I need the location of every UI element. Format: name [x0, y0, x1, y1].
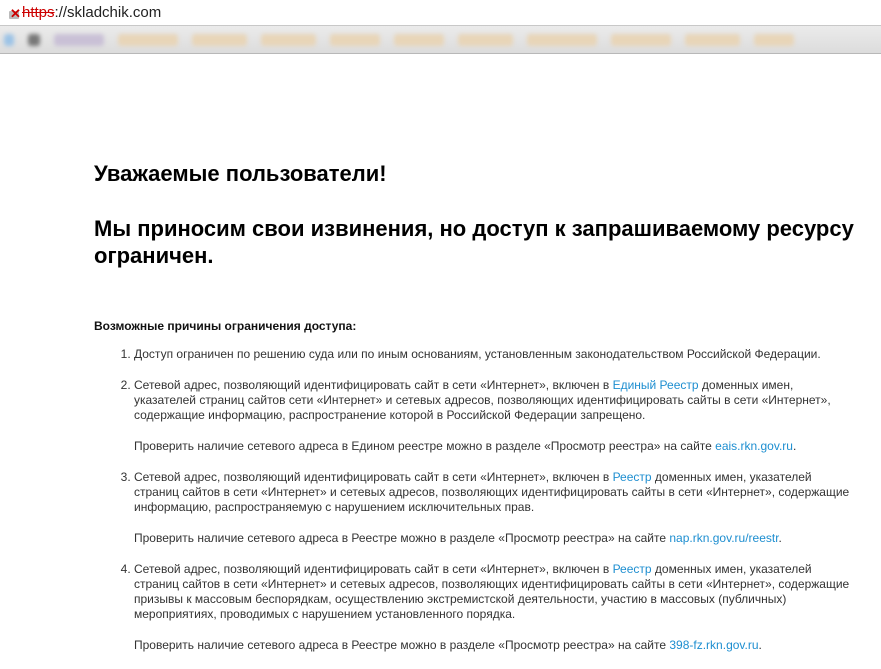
398fz-link[interactable]: 398-fz.rkn.gov.ru [669, 638, 758, 652]
bookmark-folder[interactable] [754, 33, 794, 46]
bookmark-folder[interactable] [118, 33, 178, 46]
check-text: . [758, 638, 762, 652]
reason-item: Сетевой адрес, позволяющий идентифициров… [134, 378, 854, 454]
bookmark-folder[interactable] [394, 33, 444, 46]
bookmark-icon[interactable] [28, 33, 40, 46]
bookmark-folder[interactable] [527, 33, 597, 46]
bookmark-folder[interactable] [685, 33, 740, 46]
bookmark-folder[interactable] [261, 33, 316, 46]
check-note: Проверить наличие сетевого адреса в Реес… [134, 531, 854, 546]
reason-text: Доступ ограничен по решению суда или по … [134, 347, 821, 361]
reason-item: Доступ ограничен по решению суда или по … [134, 347, 854, 362]
reasons-title: Возможные причины ограничения доступа: [94, 319, 357, 333]
check-text: Проверить наличие сетевого адреса в Един… [134, 439, 716, 453]
reason-item: Сетевой адрес, позволяющий идентифициров… [134, 470, 854, 546]
insecure-lock-icon[interactable]: ✕ [8, 6, 21, 20]
registry-link[interactable]: Реестр [613, 562, 652, 576]
reason-text: Сетевой адрес, позволяющий идентифициров… [134, 378, 613, 392]
eais-link[interactable]: eais.rkn.gov.ru [715, 439, 793, 453]
bookmark-item[interactable] [54, 33, 104, 46]
url-host: ://skladchik.com [54, 4, 162, 21]
bookmark-folder[interactable] [611, 33, 671, 46]
nap-link[interactable]: nap.rkn.gov.ru/reestr [669, 531, 778, 545]
check-note: Проверить наличие сетевого адреса в Един… [134, 439, 854, 454]
bookmark-folder[interactable] [330, 33, 380, 46]
registry-link[interactable]: Реестр [613, 470, 652, 484]
bookmark-folder[interactable] [192, 33, 247, 46]
check-text: Проверить наличие сетевого адреса в Реес… [134, 638, 670, 652]
check-text: . [792, 439, 797, 453]
bookmark-icon[interactable] [4, 33, 14, 46]
address-bar[interactable]: ✕ https://skladchik.com [0, 0, 881, 26]
reason-text: Сетевой адрес, позволяющий идентифициров… [134, 562, 613, 576]
reason-item: Сетевой адрес, позволяющий идентифициров… [134, 562, 854, 653]
apology-heading: Мы приносим свои извинения, но доступ к … [94, 216, 854, 268]
reasons-list: Доступ ограничен по решению суда или по … [94, 347, 854, 653]
reason-text: Сетевой адрес, позволяющий идентифициров… [134, 470, 613, 484]
check-note: Проверить наличие сетевого адреса в Реес… [134, 638, 854, 653]
bookmarks-bar [0, 26, 881, 54]
greeting-heading: Уважаемые пользователи! [94, 161, 387, 186]
block-notice: Уважаемые пользователи! Мы приносим свои… [94, 160, 854, 669]
unified-registry-link[interactable]: Единый Реестр [613, 378, 699, 392]
url-scheme: https [22, 4, 55, 21]
bookmark-folder[interactable] [458, 33, 513, 46]
check-text: Проверить наличие сетевого адреса в Реес… [134, 531, 670, 545]
check-text: . [778, 531, 782, 545]
